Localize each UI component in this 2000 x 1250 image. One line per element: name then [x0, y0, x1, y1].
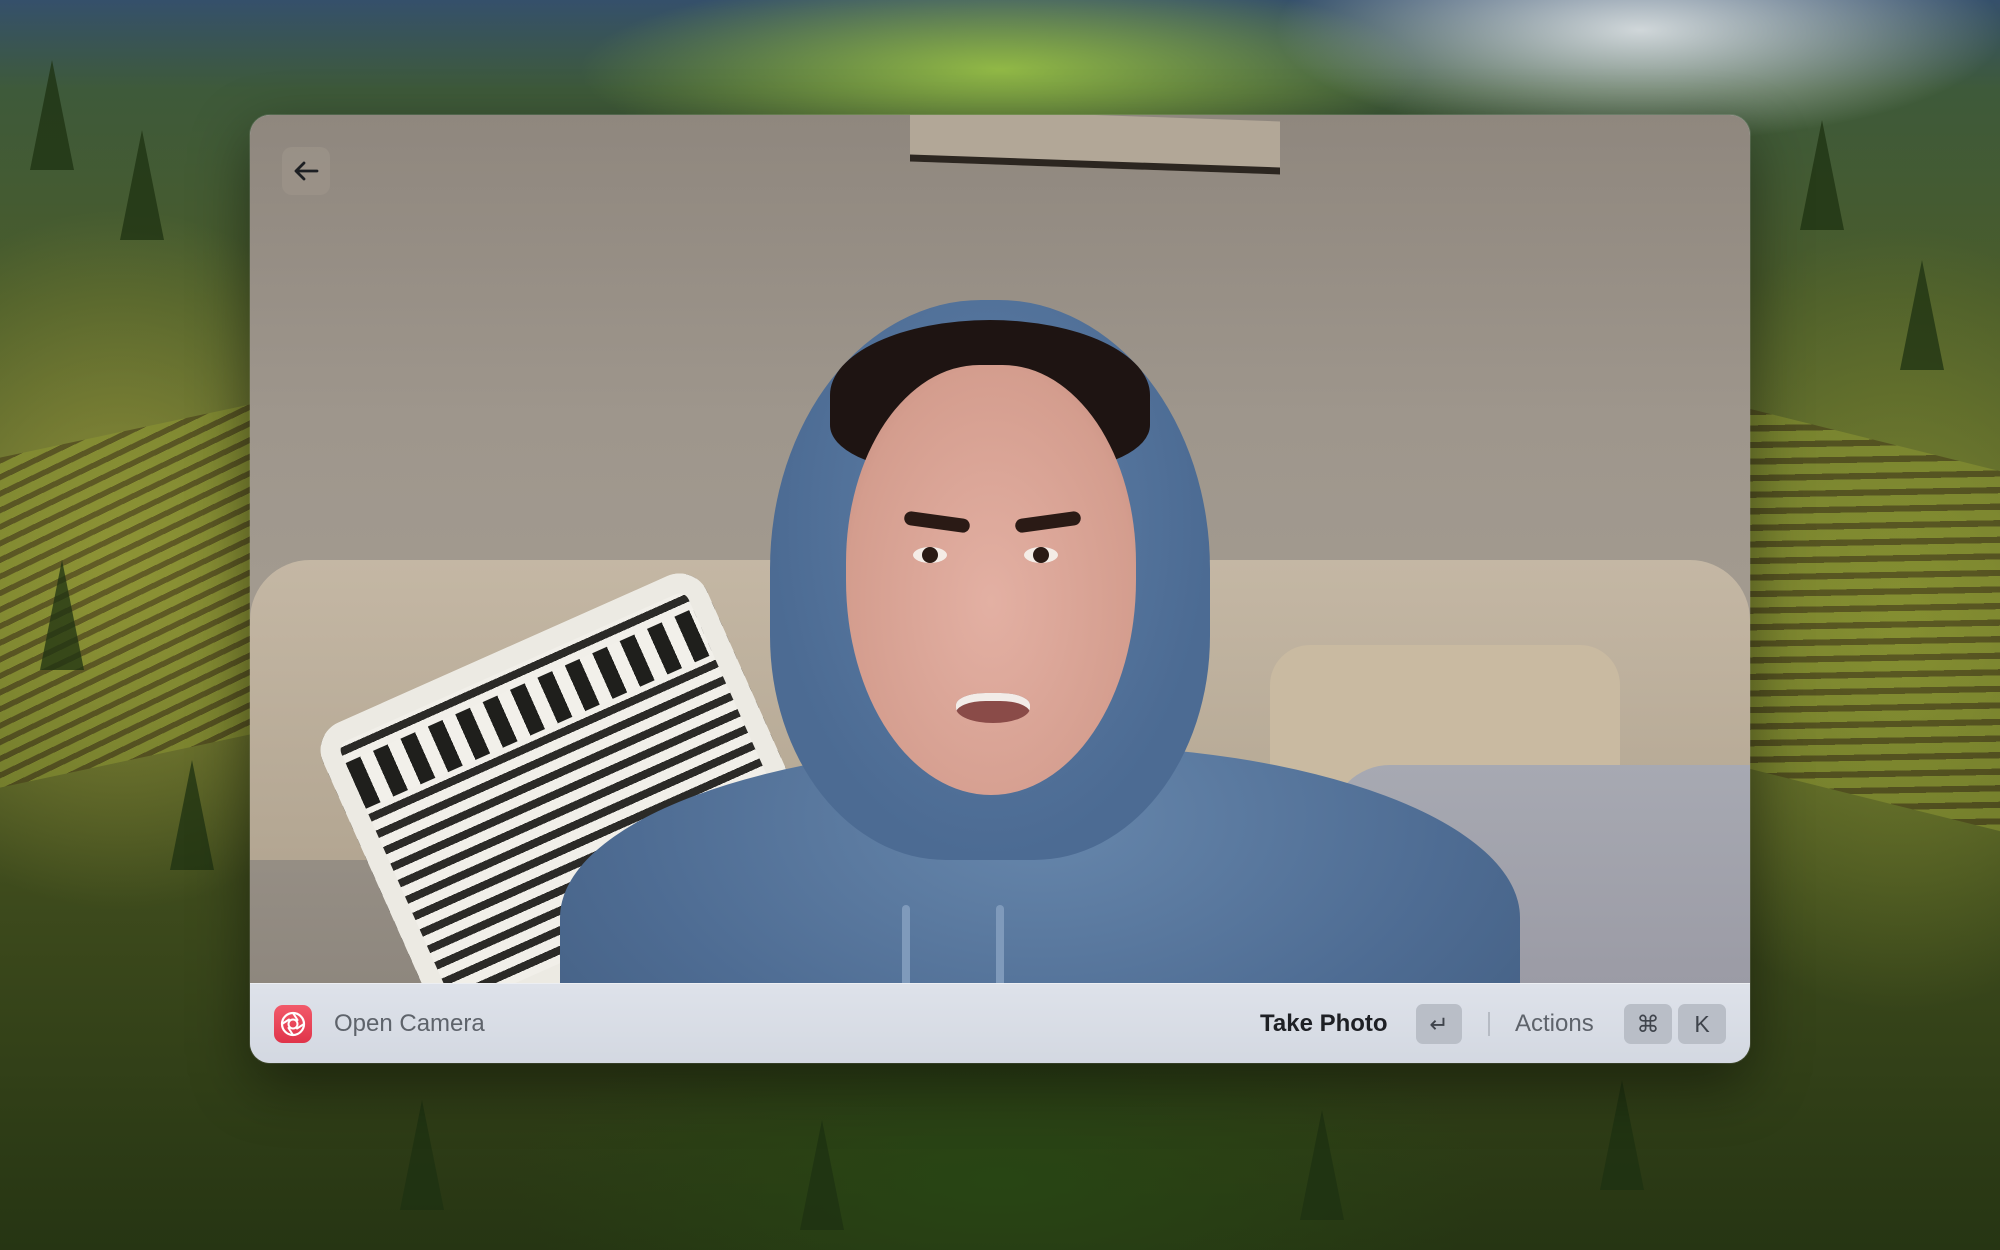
enter-key-hint: ↵ — [1416, 1004, 1462, 1044]
vineyard-rows-right — [1750, 408, 2000, 832]
tree — [170, 760, 214, 870]
command-key-hint: ⌘ — [1624, 1004, 1672, 1044]
tree — [30, 60, 74, 170]
tree — [40, 560, 84, 670]
hoodie-string — [902, 905, 910, 983]
eye — [913, 547, 947, 563]
actions-button[interactable]: Actions — [1515, 984, 1594, 1063]
camera-aperture-icon — [274, 1005, 312, 1043]
person-face — [846, 365, 1136, 795]
divider — [1488, 1012, 1490, 1036]
arrow-left-icon — [294, 161, 319, 181]
tree — [1800, 120, 1844, 230]
tree — [120, 130, 164, 240]
camera-preview — [250, 115, 1750, 983]
tree — [1900, 260, 1944, 370]
tree — [400, 1100, 444, 1210]
mouth — [956, 693, 1030, 723]
eye — [1024, 547, 1058, 563]
tree — [1600, 1080, 1644, 1190]
tree — [1300, 1110, 1344, 1220]
vineyard-rows-left — [0, 402, 260, 788]
take-photo-button[interactable]: Take Photo — [1260, 984, 1388, 1063]
hoodie-string — [996, 905, 1004, 983]
action-bar: Open Camera Take Photo ↵ Actions ⌘ K — [250, 983, 1750, 1063]
k-key-hint: K — [1678, 1004, 1726, 1044]
camera-window: Open Camera Take Photo ↵ Actions ⌘ K — [250, 115, 1750, 1063]
tree — [800, 1120, 844, 1230]
app-title: Open Camera — [334, 1010, 485, 1037]
wall-frame — [910, 115, 1280, 175]
back-button[interactable] — [282, 147, 330, 195]
